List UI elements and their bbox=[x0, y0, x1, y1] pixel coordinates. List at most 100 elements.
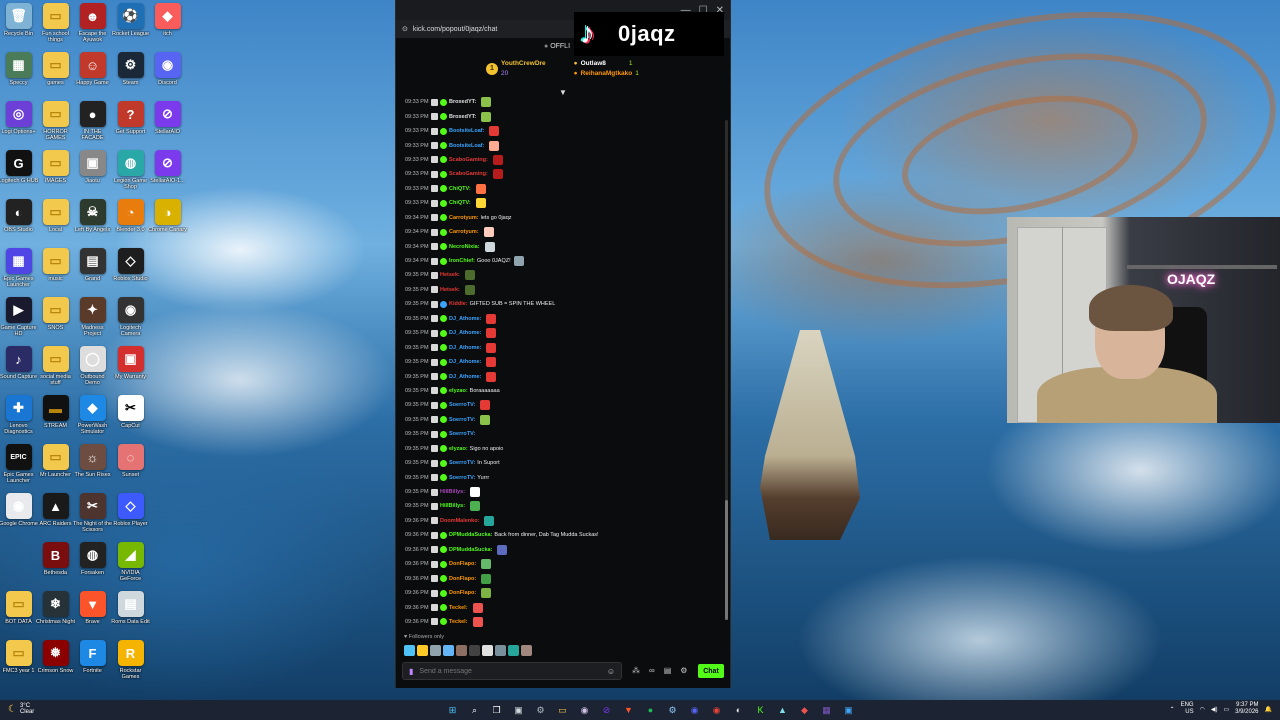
desktop-icon[interactable]: ▤ Roms Data Edit bbox=[111, 591, 150, 625]
message-username[interactable]: Hetsek: bbox=[440, 287, 460, 293]
message-username[interactable]: HillBillys: bbox=[440, 503, 465, 509]
volume-icon[interactable]: ◀) bbox=[1211, 706, 1218, 713]
message-username[interactable]: BootsiteLoaf: bbox=[449, 128, 484, 134]
desktop-icon[interactable]: ✦ Madness Project bbox=[74, 297, 111, 337]
message-username[interactable]: DJ_Athome: bbox=[449, 316, 481, 322]
desktop-icon[interactable]: ▭ games bbox=[37, 52, 74, 86]
desktop-icon[interactable]: ▲ ARC Raiders bbox=[37, 493, 74, 527]
desktop-icon[interactable]: ☠ Left By Angels bbox=[74, 199, 111, 233]
message-username[interactable]: DPMuddaSucka: bbox=[449, 532, 492, 538]
desktop-icon[interactable]: B Bethesda bbox=[37, 542, 74, 576]
chat-message[interactable]: 09:35 PM SoerroTV: bbox=[405, 427, 732, 441]
message-username[interactable]: ChiQTV: bbox=[449, 200, 471, 206]
quick-emote-icon[interactable] bbox=[430, 645, 441, 656]
task-view-icon[interactable]: ❐ bbox=[489, 703, 504, 717]
chat-message[interactable]: 09:36 PM Teckel: bbox=[405, 615, 732, 629]
link-icon[interactable]: ∞ bbox=[649, 666, 655, 675]
message-username[interactable]: SoerroTV: bbox=[449, 460, 475, 466]
chat-message-list[interactable]: 09:33 PM BroxedYT: 09:33 PM BroxedYT: 09:33 … bbox=[396, 95, 732, 631]
chat-message[interactable]: 09:33 PM BroxedYT: bbox=[405, 95, 732, 109]
chat-message[interactable]: 09:33 PM BroxedYT: bbox=[405, 109, 732, 123]
chat-message[interactable]: 09:35 PM DJ_Athome: bbox=[405, 340, 732, 354]
chat-message[interactable]: 09:34 PM Carrotyum: lets go 0jaqz bbox=[405, 211, 732, 225]
chat-message[interactable]: 09:35 PM SoerroTV: bbox=[405, 398, 732, 412]
message-username[interactable]: BroxedYT: bbox=[449, 114, 476, 120]
chat-message-input[interactable] bbox=[419, 667, 601, 675]
desktop-icon[interactable]: ▭ social media stuff bbox=[37, 346, 74, 386]
desktop-icon[interactable]: ✂ CapCut bbox=[112, 395, 149, 429]
chat-message[interactable]: 09:33 PM BootsiteLoaf: bbox=[405, 138, 732, 152]
desktop-icon[interactable]: ▭ HORROR GAMES bbox=[37, 101, 74, 141]
chat-message[interactable]: 09:36 PM DPMuddaSucka: bbox=[405, 543, 732, 557]
desktop-icon[interactable]: ▭ IMAGES bbox=[37, 150, 74, 184]
message-username[interactable]: DonFlapo: bbox=[449, 576, 476, 582]
discord-icon[interactable]: ◉ bbox=[687, 703, 702, 717]
chat-message[interactable]: 09:36 PM DPMuddaSucka: Back from dinner, D… bbox=[405, 528, 732, 542]
wifi-icon[interactable]: ◠ bbox=[1200, 706, 1205, 713]
desktop-icon[interactable]: F Fortnite bbox=[74, 640, 111, 674]
chat-message[interactable]: 09:35 PM HillBillys: bbox=[405, 499, 732, 513]
chat-message[interactable]: 09:35 PM DJ_Athome: bbox=[405, 369, 732, 383]
desktop-icon[interactable]: ◌ Sunset bbox=[112, 444, 149, 478]
quick-emote-icon[interactable] bbox=[417, 645, 428, 656]
message-username[interactable]: elyzao: bbox=[449, 388, 468, 394]
obs-icon[interactable]: ◉ bbox=[577, 703, 592, 717]
message-username[interactable]: DonFlapo: bbox=[449, 590, 476, 596]
desktop-icon[interactable]: ❄ Christmas Night bbox=[36, 591, 75, 625]
desktop-icon[interactable]: EPIC Epic Games Launcher bbox=[0, 444, 37, 484]
chat-message[interactable]: 09:35 PM SoerroTV: Yurrr bbox=[405, 470, 732, 484]
chat-message[interactable]: 09:35 PM Kiddie: GIFTED SUB = SPIN THE WHE… bbox=[405, 297, 732, 311]
desktop-icon[interactable]: ⚽ Rocket League bbox=[112, 3, 149, 37]
chat-message[interactable]: 09:35 PM Hetsek: bbox=[405, 283, 732, 297]
scrollbar-thumb[interactable] bbox=[725, 500, 728, 620]
desktop-icon[interactable]: ◆ itch bbox=[149, 3, 186, 37]
desktop-icon[interactable]: ▭ BOT DATA bbox=[0, 591, 37, 625]
language-indicator[interactable]: ENG US bbox=[1181, 702, 1194, 716]
gear-icon[interactable]: ⚙ bbox=[680, 666, 687, 675]
chat-message[interactable]: 09:36 PM DonFlapo: bbox=[405, 557, 732, 571]
chat-message[interactable]: 09:36 PM DonFlapo: bbox=[405, 586, 732, 600]
desktop-icon[interactable]: ▣ Jiaotu bbox=[74, 150, 111, 184]
chat-scrollbar[interactable] bbox=[725, 120, 728, 620]
desktop-icon[interactable]: ▭ SNOS bbox=[37, 297, 74, 331]
desktop-icon[interactable]: ❅ Crimson Snow bbox=[37, 640, 74, 674]
desktop-icon[interactable]: ◉ Discord bbox=[149, 52, 186, 86]
desktop-icon[interactable]: ? Get Support bbox=[112, 101, 149, 135]
desktop-icon[interactable]: ▬ STREAM bbox=[37, 395, 74, 429]
desktop-icon[interactable]: ◆ PowerWash Simulator bbox=[74, 395, 111, 435]
leaderboard-entry[interactable]: ● ReihanaMgtkako 1 bbox=[574, 70, 639, 77]
site-info-icon[interactable]: ⊙ bbox=[402, 25, 408, 33]
message-username[interactable]: NecroNixia: bbox=[449, 244, 480, 250]
stellaraio-icon[interactable]: ⊘ bbox=[599, 703, 614, 717]
desktop-icon[interactable]: 🗑 Recycle Bin bbox=[0, 3, 37, 37]
desktop-icon[interactable]: ▦ Epic Games Launcher bbox=[0, 248, 37, 288]
desktop-icon[interactable]: ◯ Outbound Demo bbox=[74, 346, 111, 386]
widgets-icon[interactable]: ▣ bbox=[511, 703, 526, 717]
desktop-icon[interactable]: ▭ FMC3 year 1 bbox=[0, 640, 37, 674]
desktop-icon[interactable]: ▦ Speccy bbox=[0, 52, 37, 86]
chat-message[interactable]: 09:35 PM elyzao: Sigo no apoio bbox=[405, 442, 732, 456]
chat-message[interactable]: 09:34 PM IronChief: Gooo 0JAQZ! bbox=[405, 254, 732, 268]
chat-message[interactable]: 09:35 PM DJ_Athome: bbox=[405, 355, 732, 369]
message-username[interactable]: DJ_Athome: bbox=[449, 345, 481, 351]
chat-message[interactable]: 09:35 PM HillBillys: bbox=[405, 485, 732, 499]
search-icon[interactable]: ⌕ bbox=[467, 703, 482, 717]
message-username[interactable]: SoerroTV: bbox=[449, 417, 475, 423]
desktop-icon[interactable]: ▼ Brave bbox=[74, 591, 111, 625]
message-username[interactable]: DJ_Athome: bbox=[449, 330, 481, 336]
desktop-icon[interactable]: ⊘ StellarAIO-1... bbox=[149, 150, 186, 184]
chat-message[interactable]: 09:33 PM ChiQTV: bbox=[405, 196, 732, 210]
chat-message[interactable]: 09:36 PM DonFlapo: bbox=[405, 571, 732, 585]
message-username[interactable]: ScaboGaming: bbox=[449, 171, 488, 177]
chat-message[interactable]: 09:34 PM Carrotyum: bbox=[405, 225, 732, 239]
desktop-icon[interactable]: ◉ Logitech Camera bbox=[112, 297, 149, 337]
message-username[interactable]: elyzao: bbox=[449, 446, 468, 452]
message-username[interactable]: SoerroTV: bbox=[449, 402, 475, 408]
app-icon[interactable]: ◆ bbox=[797, 703, 812, 717]
quick-emote-icon[interactable] bbox=[482, 645, 493, 656]
chat-message[interactable]: 09:35 PM DJ_Athome: bbox=[405, 326, 732, 340]
message-username[interactable]: Hetsek: bbox=[440, 272, 460, 278]
chat-message[interactable]: 09:35 PM Hetsek: bbox=[405, 268, 732, 282]
desktop-icon[interactable]: R Rockstar Games bbox=[112, 640, 149, 680]
spotify-icon[interactable]: ● bbox=[643, 703, 658, 717]
